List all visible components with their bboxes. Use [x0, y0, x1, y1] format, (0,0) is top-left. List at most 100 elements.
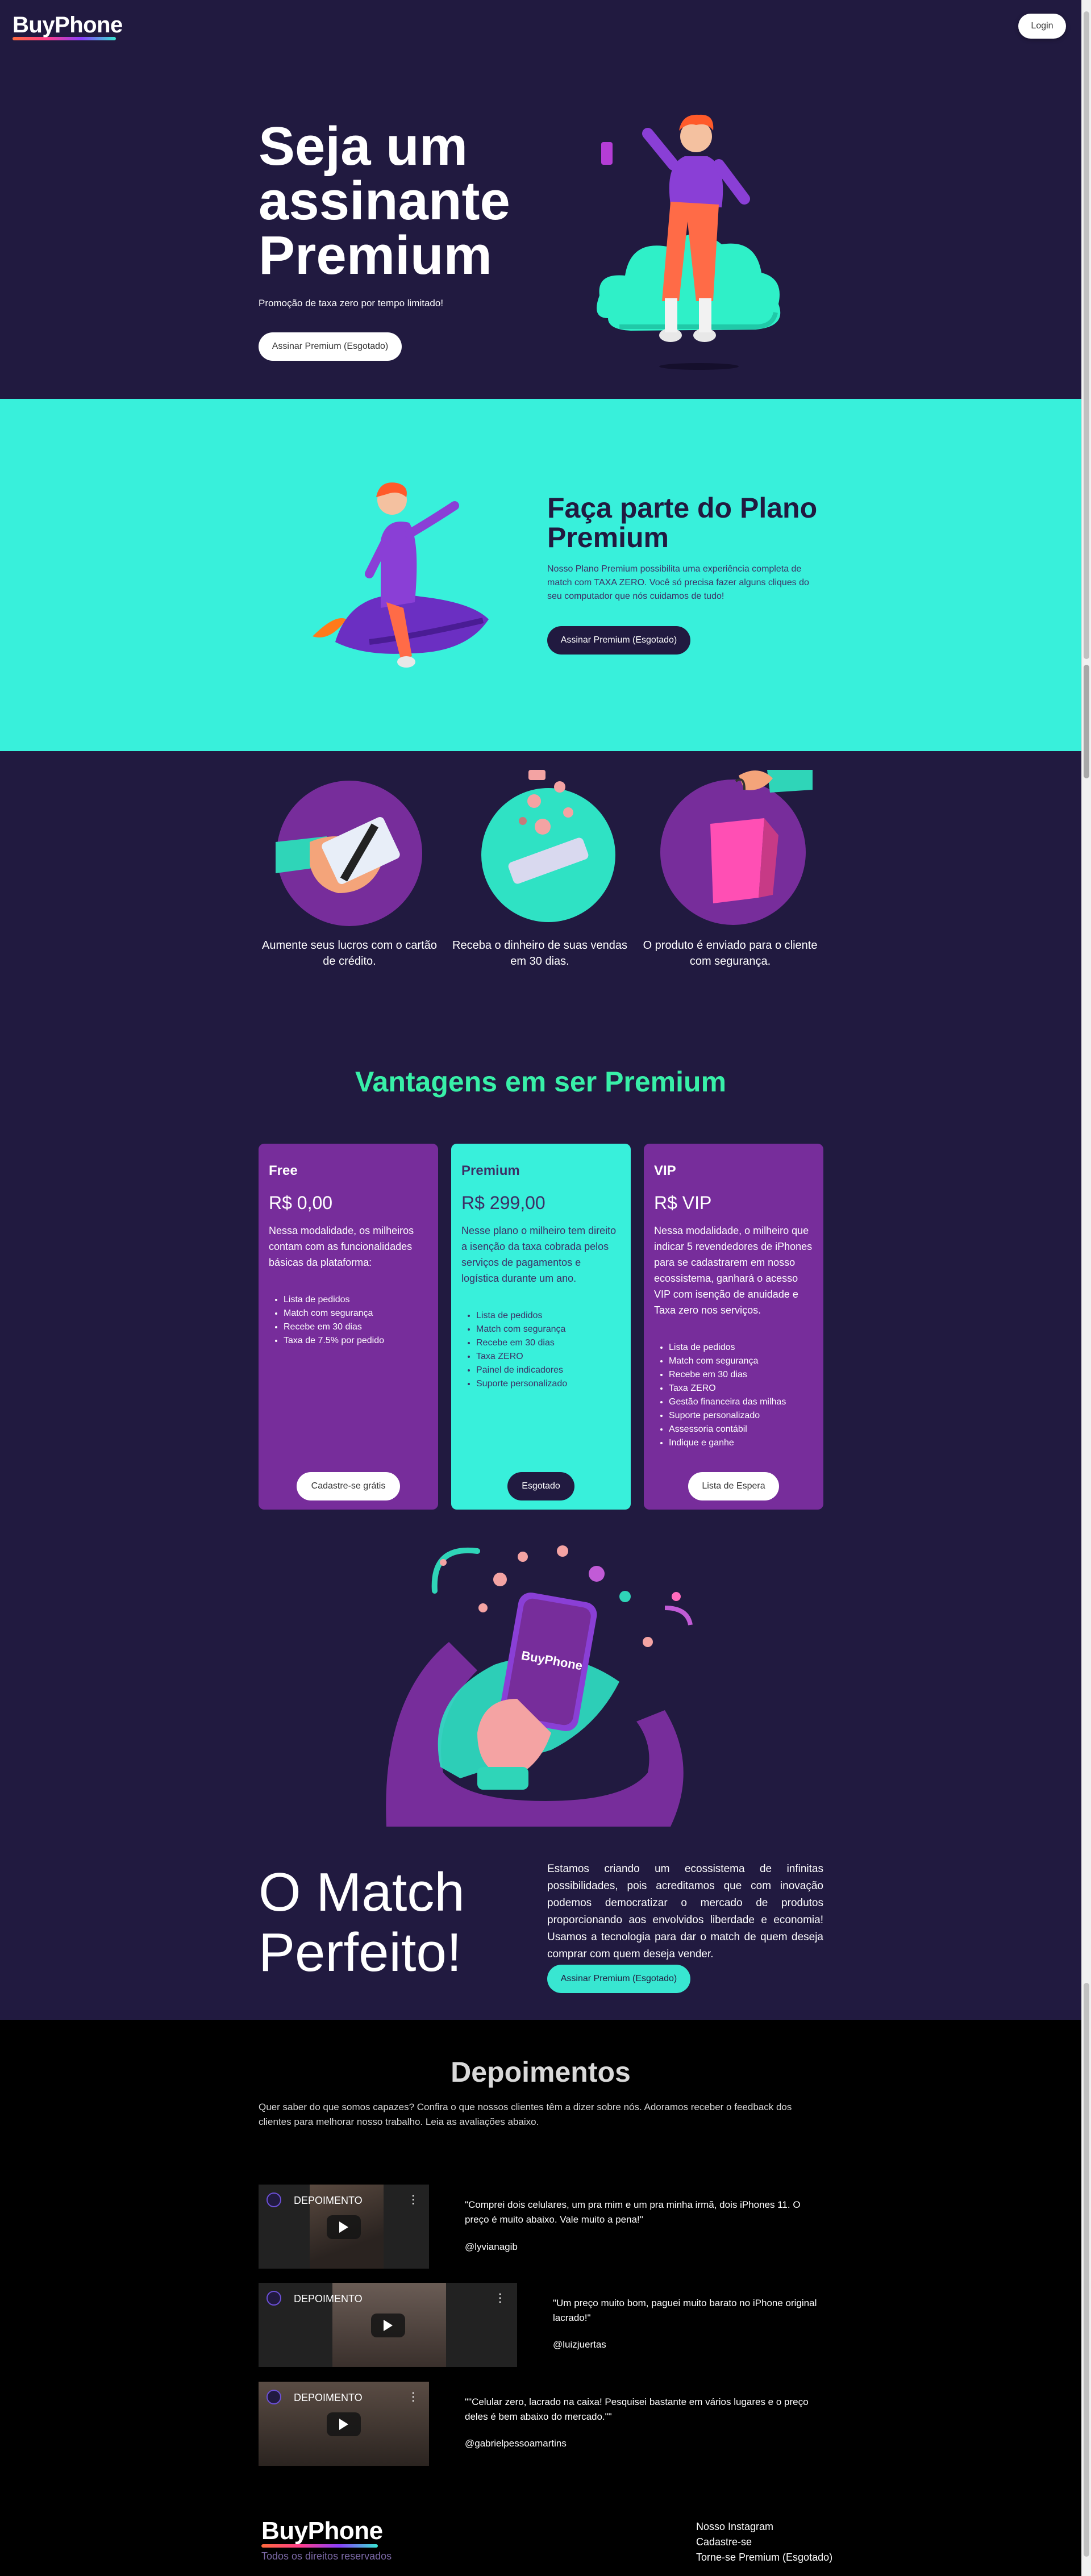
card-name: Free: [269, 1163, 298, 1178]
logo[interactable]: BuyPhone: [13, 12, 123, 40]
list-item: Taxa ZERO: [669, 1382, 813, 1395]
plan-title: Faça parte do Plano Premium: [547, 493, 854, 552]
card-price: R$ 0,00: [269, 1193, 333, 1213]
list-item: Match com segurança: [284, 1307, 428, 1320]
scrollbar-thumb[interactable]: [1084, 1983, 1089, 2557]
hero-title-line: assinante: [259, 170, 510, 231]
feature-caption: Receba o dinheiro de suas vendas em 30 d…: [452, 939, 627, 968]
plan-card-premium: Premium R$ 299,00 Nesse plano o milheiro…: [451, 1144, 631, 1510]
card-feature-list: Lista de pedidos Match com segurança Rec…: [269, 1293, 428, 1348]
play-icon[interactable]: [327, 2215, 361, 2239]
list-item: Indique e ganhe: [669, 1436, 813, 1450]
testimonial-video[interactable]: DEPOIMENTO ⋮: [259, 2382, 429, 2466]
match-title-line: O Match: [259, 1862, 465, 1923]
list-item: Recebe em 30 dias: [669, 1368, 813, 1382]
signup-free-button[interactable]: Cadastre-se grátis: [297, 1472, 400, 1500]
match-description: Estamos criando um ecossistema de infini…: [547, 1863, 823, 1960]
testimonial-handle: @luizjuertas: [553, 2339, 606, 2350]
footer-links: Nosso Instagram Cadastre-se Torne-se Pre…: [696, 2519, 832, 2565]
match-subscribe-button[interactable]: Assinar Premium (Esgotado): [547, 1965, 690, 1993]
list-item: Lista de pedidos: [669, 1341, 813, 1354]
channel-avatar: [266, 2192, 281, 2207]
footer-link-premium[interactable]: Torne-se Premium (Esgotado): [696, 2550, 832, 2565]
list-item: Recebe em 30 dias: [284, 1320, 428, 1334]
more-options-icon[interactable]: ⋮: [494, 2291, 506, 2305]
list-item: Match com segurança: [476, 1323, 621, 1336]
hero-title: Seja um assinante Premium: [259, 119, 577, 283]
hand-phone-illustration: BuyPhone: [386, 1545, 693, 1827]
video-title: DEPOIMENTO: [294, 2195, 363, 2206]
plan-subscribe-button[interactable]: Assinar Premium (Esgotado): [547, 626, 690, 655]
testimonial-video[interactable]: DEPOIMENTO ⋮: [259, 2283, 517, 2367]
sold-out-button[interactable]: Esgotado: [507, 1472, 574, 1500]
feature-caption: Aumente seus lucros com o cartão de créd…: [262, 939, 437, 968]
footer-logo[interactable]: BuyPhone: [261, 2517, 383, 2548]
list-item: Lista de pedidos: [476, 1309, 621, 1323]
play-icon[interactable]: [327, 2412, 361, 2436]
list-item: Painel de indicadores: [476, 1364, 621, 1377]
testimonial-video[interactable]: DEPOIMENTO ⋮: [259, 2185, 429, 2269]
testimonial-handle: @lyvianagib: [465, 2241, 518, 2252]
card-name: Premium: [461, 1163, 520, 1178]
shopping-bag-illustration: [660, 770, 813, 925]
list-item: Suporte personalizado: [476, 1377, 621, 1391]
scrollbar[interactable]: [1081, 0, 1091, 2576]
list-item: Lista de pedidos: [284, 1293, 428, 1307]
hero-title-line: Premium: [259, 225, 492, 286]
footer-logo-text: BuyPhone: [261, 2517, 383, 2545]
footer-rights: Todos os direitos reservados: [261, 2550, 392, 2562]
page: BuyPhone Login Seja um assinante Premium…: [0, 0, 1091, 2576]
list-item: Recebe em 30 dias: [476, 1336, 621, 1350]
video-title: DEPOIMENTO: [294, 2293, 363, 2304]
list-item: Taxa ZERO: [476, 1350, 621, 1364]
list-item: Suporte personalizado: [669, 1409, 813, 1423]
card-description: Nessa modalidade, o milheiro que indicar…: [654, 1225, 813, 1316]
footer-link-instagram[interactable]: Nosso Instagram: [696, 2519, 832, 2535]
hero-character-illustration: [597, 114, 781, 370]
more-options-icon[interactable]: ⋮: [407, 2390, 419, 2404]
card-description: Nessa modalidade, os milheiros contam co…: [269, 1225, 414, 1268]
testimonials-subtitle: Quer saber do que somos capazes? Confira…: [259, 2102, 792, 2127]
plan-card-free: Free R$ 0,00 Nessa modalidade, os milhei…: [259, 1144, 438, 1510]
list-item: Match com segurança: [669, 1354, 813, 1368]
list-item: Taxa de 7.5% por pedido: [284, 1334, 428, 1348]
card-price: R$ 299,00: [461, 1193, 546, 1213]
testimonial-quote: ""Celular zero, lacrado na caixa! Pesqui…: [465, 2396, 809, 2422]
feature-caption: O produto é enviado para o cliente com s…: [643, 939, 818, 968]
hero-subtitle: Promoção de taxa zero por tempo limitado…: [259, 298, 444, 309]
login-button[interactable]: Login: [1018, 14, 1066, 39]
testimonial-handle: @gabrielpessoamartins: [465, 2438, 567, 2449]
channel-avatar: [266, 2390, 281, 2404]
match-title: O Match Perfeito!: [259, 1862, 531, 1983]
money-phone-illustration: [481, 770, 615, 922]
card-feature-list: Lista de pedidos Match com segurança Rec…: [461, 1309, 621, 1391]
testimonial-quote: "Um preço muito bom, paguei muito barato…: [553, 2298, 817, 2323]
plan-description: Nosso Plano Premium possibilita uma expe…: [547, 564, 809, 601]
card-description: Nesse plano o milheiro tem direito a ise…: [461, 1225, 617, 1284]
list-item: Assessoria contábil: [669, 1423, 813, 1436]
advantages-title: Vantagens em ser Premium: [355, 1066, 727, 1098]
plan-card-vip: VIP R$ VIP Nessa modalidade, o milheiro …: [644, 1144, 823, 1510]
waitlist-button[interactable]: Lista de Espera: [688, 1472, 779, 1500]
hero-subscribe-button[interactable]: Assinar Premium (Esgotado): [259, 332, 402, 361]
list-item: Gestão financeira das milhas: [669, 1395, 813, 1409]
card-feature-list: Lista de pedidos Match com segurança Rec…: [654, 1341, 813, 1450]
match-title-line: Perfeito!: [259, 1922, 462, 1983]
hero-title-line: Seja um: [259, 116, 468, 177]
card-price: R$ VIP: [654, 1193, 712, 1213]
scrollbar-thumb[interactable]: [1084, 665, 1089, 778]
channel-avatar: [266, 2291, 281, 2306]
scrollbar-thumb[interactable]: [1084, 11, 1089, 659]
plan-title-line: Premium: [547, 522, 669, 553]
more-options-icon[interactable]: ⋮: [407, 2192, 419, 2207]
play-icon[interactable]: [371, 2314, 405, 2337]
video-title: DEPOIMENTO: [294, 2392, 363, 2403]
credit-card-illustration: [276, 781, 422, 926]
testimonial-quote: "Comprei dois celulares, um pra mim e um…: [465, 2199, 801, 2225]
testimonials-title: Depoimentos: [451, 2056, 631, 2088]
footer-link-signup[interactable]: Cadastre-se: [696, 2535, 832, 2550]
card-name: VIP: [654, 1163, 676, 1178]
rocket-character-illustration: [313, 482, 489, 668]
logo-text: BuyPhone: [13, 12, 123, 37]
plan-section: [0, 399, 1081, 751]
